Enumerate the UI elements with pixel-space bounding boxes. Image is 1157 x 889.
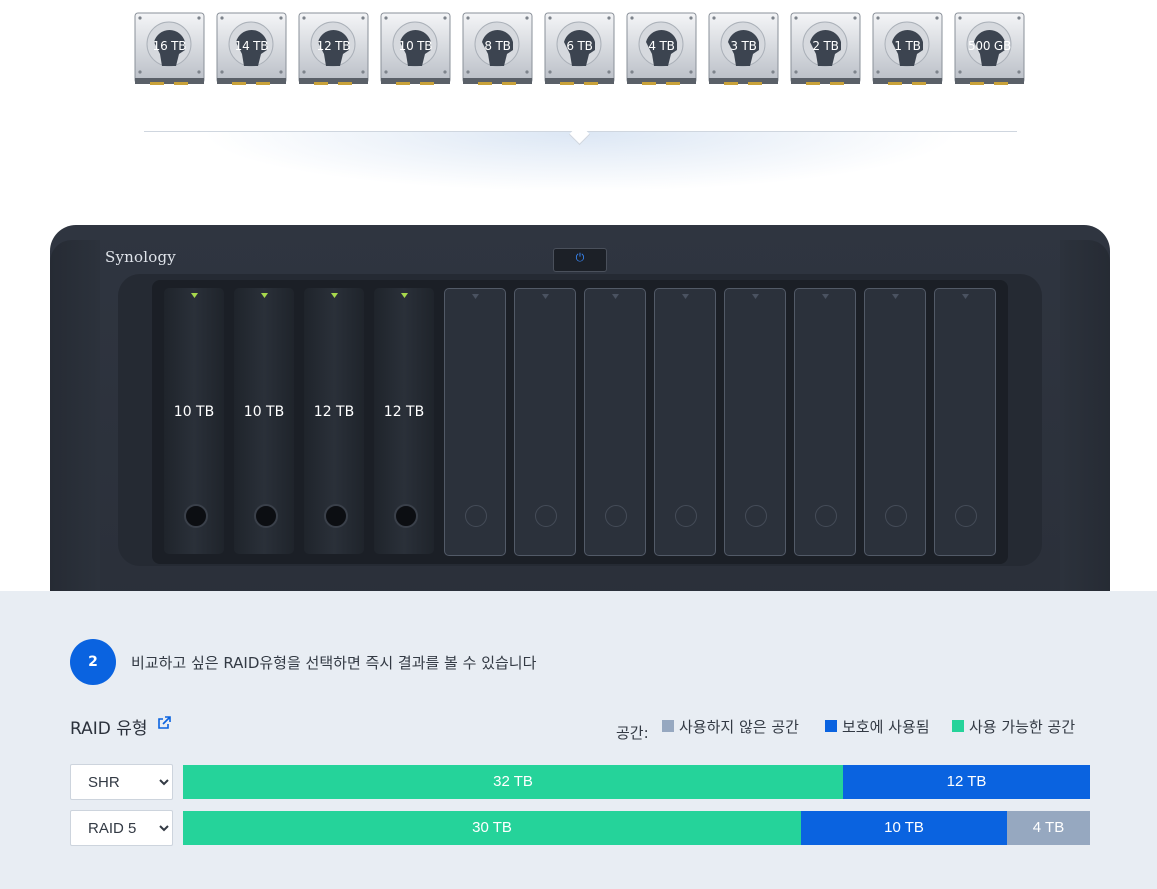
status-led [612,294,619,299]
drive-bay[interactable]: 10 TB [164,288,224,554]
drive-bay[interactable]: 12 TB [374,288,434,554]
nas-side-left [50,240,100,591]
lock-icon [254,504,278,528]
drive-bay[interactable] [584,288,646,556]
power-button: ⏻ [553,248,607,272]
bay-capacity: 10 TB [173,404,215,420]
drive-chip[interactable]: 500 GB [954,12,1025,86]
capacity-segment: 30 TB [183,811,801,845]
status-led [542,294,549,299]
status-led [261,293,268,298]
capacity-bar: 30 TB 10 TB 4 TB [183,811,1090,845]
capacity-segment: 4 TB [1007,811,1090,845]
drive-chip[interactable]: 4 TB [626,12,697,86]
lock-icon [465,505,487,527]
lock-icon [745,505,767,527]
legend-label: 사용 가능한 공간 [969,718,1076,736]
drive-chip[interactable]: 8 TB [462,12,533,86]
legend-swatch [662,720,674,732]
legend-swatch [825,720,837,732]
raid-type-select[interactable]: SHRSHR-2BasicJBODRAID 0RAID 1RAID 5RAID … [70,810,173,846]
drive-bay[interactable]: 12 TB [304,288,364,554]
drive-label: 8 TB [484,39,511,53]
drive-chip[interactable]: 16 TB [134,12,205,86]
bay-capacity: 12 TB [383,404,425,420]
drive-label: 6 TB [566,39,593,53]
status-led [752,294,759,299]
status-led [892,294,899,299]
lock-icon [815,505,837,527]
capacity-bar: 32 TB 12 TB [183,765,1090,799]
drive-bay[interactable] [654,288,716,556]
drive-chip[interactable]: 6 TB [544,12,615,86]
drive-chip[interactable]: 1 TB [872,12,943,86]
drive-label: 12 TB [316,39,351,53]
legend-label: 보호에 사용됨 [842,718,930,736]
drive-bay[interactable] [514,288,576,556]
drive-chip[interactable]: 10 TB [380,12,451,86]
status-led [331,293,338,298]
lock-icon [324,504,348,528]
drive-bay[interactable] [934,288,996,556]
legend-unused: 사용하지 않은 공간 [662,716,799,737]
lock-icon [605,505,627,527]
drive-label: 3 TB [730,39,757,53]
drive-label: 500 GB [967,39,1012,53]
status-led [401,293,408,298]
legend-title: 공간: [616,724,649,742]
lock-icon [535,505,557,527]
drive-selector: 16 TB 14 TB 12 TB 10 TB 8 TB 6 TB 4 TB 3… [0,0,1157,100]
raid-type-select[interactable]: SHRSHR-2BasicJBODRAID 0RAID 1RAID 5RAID … [70,764,173,800]
step-instruction: 비교하고 싶은 RAID유형을 선택하면 즉시 결과를 볼 수 있습니다 [131,654,537,672]
bay-capacity: 12 TB [313,404,355,420]
nas-illustration: Synology ⏻ 10 TB 10 TB 12 TB 12 TB [0,200,1157,591]
nas-side-right [1060,240,1110,591]
drive-bay[interactable] [724,288,786,556]
drive-bay[interactable] [794,288,856,556]
capacity-segment: 32 TB [183,765,843,799]
drive-label: 10 TB [398,39,433,53]
drive-label: 1 TB [894,39,921,53]
nas-brand: Synology [105,248,176,266]
drive-chip[interactable]: 12 TB [298,12,369,86]
drive-chip[interactable]: 2 TB [790,12,861,86]
legend-swatch [952,720,964,732]
status-led [472,294,479,299]
status-led [962,294,969,299]
bay-capacity: 10 TB [243,404,285,420]
step-number-badge: 2 [70,639,116,685]
raid-type-heading: RAID 유형 [70,719,148,739]
drive-label: 14 TB [234,39,269,53]
legend-label: 사용하지 않은 공간 [679,718,799,736]
capacity-segment: 10 TB [801,811,1007,845]
drive-chip[interactable]: 14 TB [216,12,287,86]
drive-label: 4 TB [648,39,675,53]
drive-bay[interactable] [444,288,506,556]
legend-protection: 보호에 사용됨 [825,716,930,737]
lock-icon [675,505,697,527]
drive-chip[interactable]: 3 TB [708,12,779,86]
external-link-icon[interactable] [157,716,171,730]
lock-icon [955,505,977,527]
lock-icon [394,504,418,528]
status-led [682,294,689,299]
status-led [822,294,829,299]
lock-icon [885,505,907,527]
drive-bay[interactable] [864,288,926,556]
legend-available: 사용 가능한 공간 [952,716,1075,737]
power-icon: ⏻ [575,251,585,264]
status-led [191,293,198,298]
drive-label: 16 TB [152,39,187,53]
drive-bay[interactable]: 10 TB [234,288,294,554]
drive-label: 2 TB [812,39,839,53]
lock-icon [184,504,208,528]
capacity-segment: 12 TB [843,765,1090,799]
